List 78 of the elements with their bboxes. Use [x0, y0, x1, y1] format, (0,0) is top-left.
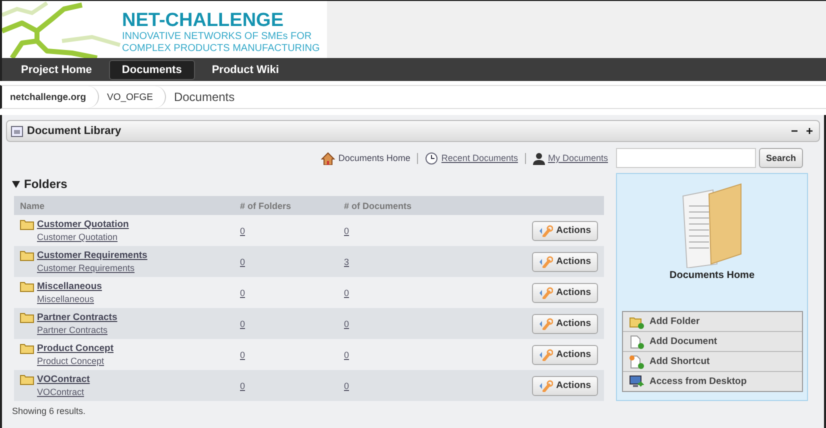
column-header: # of Folders [240, 200, 292, 210]
document-count[interactable]: 0 [344, 380, 350, 390]
folder-icon [20, 250, 34, 261]
search-button[interactable]: Search [759, 148, 804, 168]
panel-action[interactable]: Add Folder [622, 312, 802, 332]
actions-button[interactable]: Actions [532, 252, 598, 272]
toolbar-link[interactable]: My Documents [548, 153, 608, 163]
portlet-control[interactable]: + [804, 124, 815, 138]
toolbar-link[interactable]: Documents Home [338, 153, 410, 163]
document-count[interactable]: 0 [344, 288, 350, 298]
panel-action[interactable]: Add Document [622, 332, 802, 352]
nav-tab[interactable]: Project Home [8, 60, 105, 80]
folder-icon [20, 219, 34, 230]
house-icon [321, 152, 336, 164]
actions-button[interactable]: Actions [532, 282, 598, 302]
actions-button[interactable]: Actions [532, 376, 598, 396]
toolbar-link[interactable]: Recent Documents [441, 153, 518, 163]
actions-button[interactable]: Actions [532, 314, 598, 334]
panel-title: Documents Home [669, 270, 754, 281]
nav-tab[interactable]: Documents [108, 60, 195, 80]
folder-icon [20, 343, 34, 354]
folder-description[interactable]: Miscellaneous [37, 294, 102, 304]
folder-link[interactable]: Customer Requirements [37, 250, 148, 261]
document-add-icon [628, 334, 644, 348]
folder-description[interactable]: Customer Quotation [37, 232, 129, 242]
folder-icon [20, 374, 34, 385]
column-header: Name [20, 200, 45, 210]
wrench-icon [539, 318, 554, 330]
folder-link[interactable]: Customer Quotation [37, 219, 129, 230]
desktop-icon [628, 374, 644, 388]
logo-title: NET-CHALLENGE [122, 11, 284, 31]
logo-subtitle: COMPLEX PRODUCTS MANUFACTURING [122, 43, 320, 55]
wrench-icon [539, 380, 554, 392]
document-count[interactable]: 3 [344, 256, 350, 266]
folder-link[interactable]: Partner Contracts [37, 312, 118, 323]
folder-count[interactable]: 0 [240, 350, 246, 360]
search-field[interactable] [616, 148, 756, 168]
document-count[interactable]: 0 [344, 226, 350, 236]
folder-link[interactable]: VOContract [37, 374, 90, 385]
expand-arrow-icon[interactable] [12, 180, 20, 188]
results-summary: Showing 6 results. [12, 406, 86, 416]
wrench-icon [539, 348, 554, 360]
folder-add-icon [628, 314, 644, 328]
folder-count[interactable]: 0 [240, 318, 246, 328]
breadcrumb-item[interactable]: netchallenge.org [2, 86, 100, 108]
wrench-icon [539, 286, 554, 298]
document-count[interactable]: 0 [344, 318, 350, 328]
actions-button[interactable]: Actions [532, 220, 598, 240]
library-icon [11, 126, 23, 136]
document-count[interactable]: 0 [344, 350, 350, 360]
person-icon [532, 152, 545, 164]
folder-icon [20, 281, 34, 292]
folder-description[interactable]: Product Concept [37, 356, 114, 366]
breadcrumb-item[interactable]: Documents [166, 86, 247, 108]
panel-action[interactable]: Add Shortcut [622, 352, 802, 372]
folder-count[interactable]: 0 [240, 288, 246, 298]
folder-icon [20, 312, 34, 323]
column-header: # of Documents [344, 200, 412, 210]
folder-description[interactable]: Partner Contracts [37, 325, 118, 335]
portlet-control[interactable]: − [788, 124, 800, 138]
folder-count[interactable]: 0 [240, 380, 246, 390]
folder-description[interactable]: VOContract [37, 387, 90, 397]
folder-link[interactable]: Product Concept [37, 343, 114, 354]
portlet-title: Document Library [27, 125, 122, 137]
panel-action[interactable]: Access from Desktop [622, 372, 802, 391]
shortcut-add-icon [628, 354, 644, 368]
folder-count[interactable]: 0 [240, 256, 246, 266]
wrench-icon [539, 224, 554, 236]
section-title: Folders [24, 177, 68, 191]
folder-count[interactable]: 0 [240, 226, 246, 236]
folder-description[interactable]: Customer Requirements [37, 263, 148, 273]
folder-link[interactable]: Miscellaneous [37, 281, 102, 292]
logo-subtitle: INNOVATIVE NETWORKS OF SMEs FOR [122, 31, 313, 43]
nav-tab[interactable]: Product Wiki [198, 60, 292, 80]
clock-icon [425, 152, 438, 164]
actions-button[interactable]: Actions [532, 344, 598, 364]
wrench-icon [539, 256, 554, 268]
breadcrumb-item[interactable]: VO_OFGE [99, 86, 166, 108]
